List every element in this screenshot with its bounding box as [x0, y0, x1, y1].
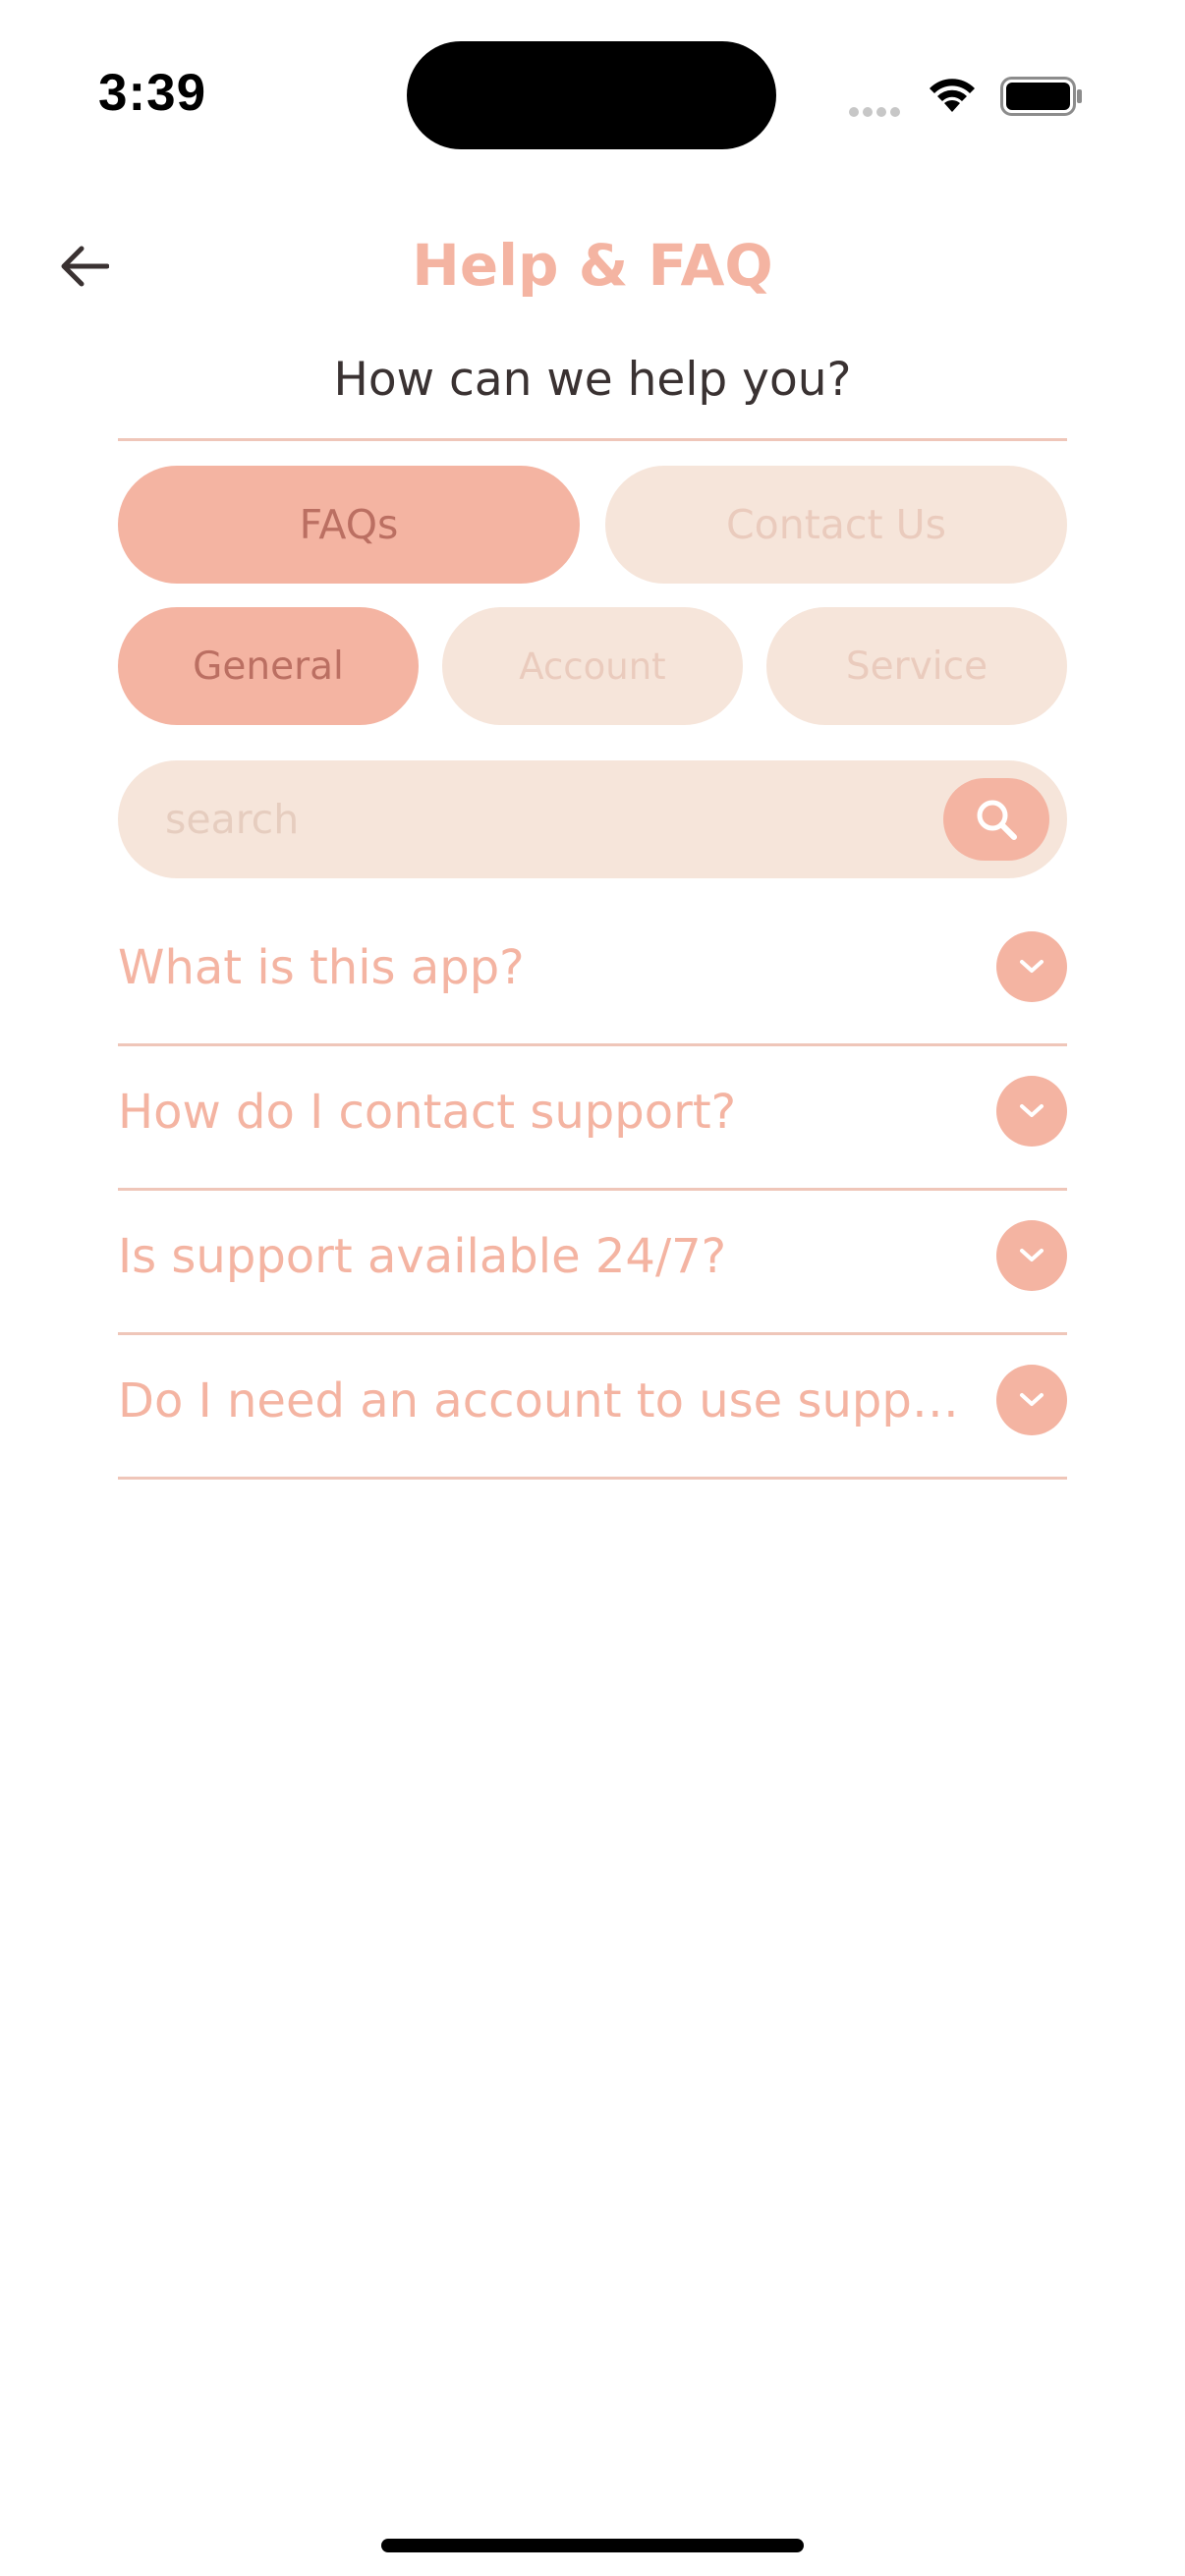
category-service[interactable]: Service [766, 607, 1067, 725]
chevron-down-icon[interactable] [996, 931, 1067, 1002]
faq-divider [118, 1477, 1067, 1480]
search-bar [118, 760, 1067, 878]
page-title: Help & FAQ [412, 232, 773, 299]
faq-question: Do I need an account to use supp… [118, 1373, 959, 1428]
dynamic-island [407, 41, 776, 149]
faq-item[interactable]: How do I contact support? [118, 1048, 1067, 1191]
faq-item[interactable]: Is support available 24/7? [118, 1193, 1067, 1335]
search-button[interactable] [943, 778, 1049, 861]
tab-faqs[interactable]: FAQs [118, 466, 580, 584]
category-general[interactable]: General [118, 607, 419, 725]
battery-icon [1000, 77, 1083, 116]
chevron-down-icon[interactable] [996, 1076, 1067, 1147]
wifi-icon [926, 73, 979, 114]
chevron-down-icon[interactable] [996, 1365, 1067, 1435]
status-time: 3:39 [98, 64, 207, 122]
faq-divider [118, 1332, 1067, 1335]
faq-divider [118, 1188, 1067, 1191]
category-account[interactable]: Account [442, 607, 743, 725]
faq-question: How do I contact support? [118, 1085, 737, 1140]
faq-item[interactable]: What is this app? [118, 904, 1067, 1046]
faq-question: What is this app? [118, 940, 525, 995]
chevron-down-icon[interactable] [996, 1220, 1067, 1291]
home-indicator [381, 2539, 804, 2552]
search-input[interactable] [165, 760, 931, 878]
page-subtitle: How can we help you? [333, 353, 852, 407]
faq-item[interactable]: Do I need an account to use supp… [118, 1337, 1067, 1480]
header-divider [118, 438, 1067, 441]
faq-divider [118, 1043, 1067, 1046]
faq-question: Is support available 24/7? [118, 1229, 727, 1284]
tab-contact-us[interactable]: Contact Us [605, 466, 1067, 584]
signal-dots-icon [849, 102, 908, 117]
search-icon [977, 800, 1017, 840]
